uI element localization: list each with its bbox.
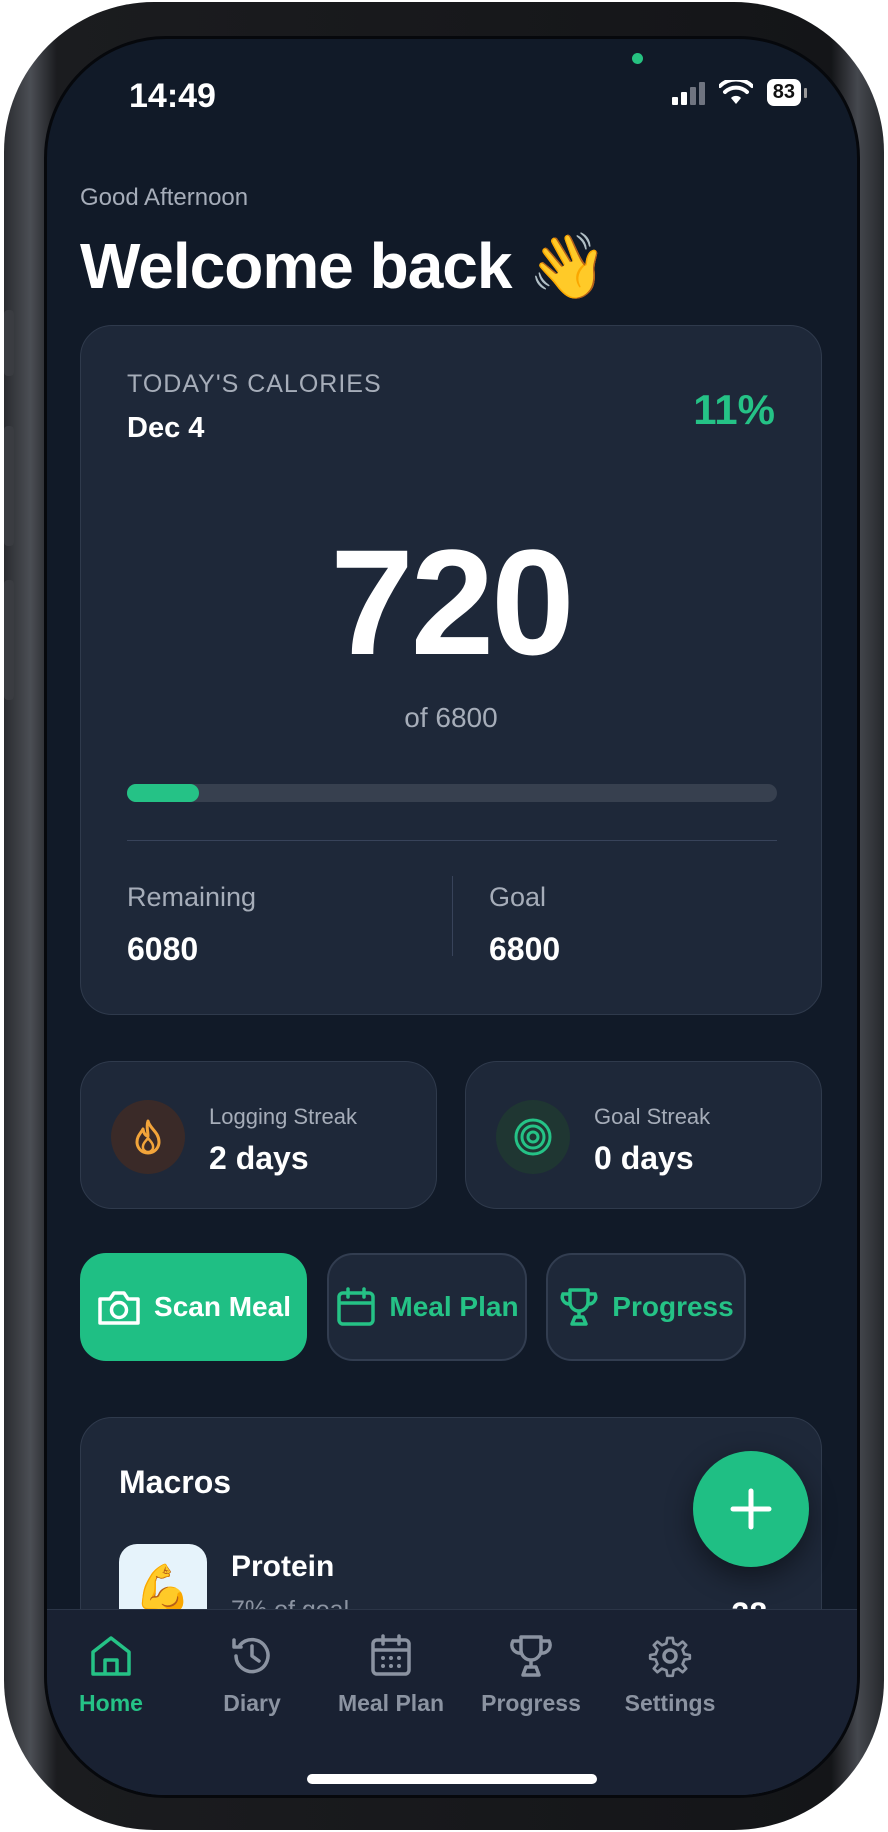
- battery-icon: 83: [766, 79, 808, 106]
- scan-meal-label: Scan Meal: [154, 1291, 291, 1322]
- goal-label: Goal: [489, 882, 547, 912]
- calories-card[interactable]: TODAY'S CALORIES Dec 4 11% 720 of 6800 R…: [80, 325, 822, 1015]
- calories-date: Dec 4: [127, 412, 205, 444]
- status-time: 14:49: [129, 77, 216, 115]
- page-title: Welcome back 👋: [80, 229, 608, 304]
- action-button: [4, 310, 14, 376]
- flame-icon: [111, 1100, 185, 1174]
- stat-divider: [452, 876, 453, 956]
- goal-streak-card[interactable]: Goal Streak 0 days: [465, 1061, 822, 1209]
- tab-home[interactable]: Home: [47, 1632, 191, 1717]
- history-icon: [232, 1637, 270, 1674]
- goal-stat: Goal 6800: [489, 882, 560, 968]
- calories-progress-fill: [127, 784, 199, 802]
- tab-progress-label: Progress: [481, 1690, 581, 1716]
- calories-of-goal: of 6800: [404, 702, 498, 733]
- signal-icon: [671, 81, 705, 105]
- calendar-grid-icon: [371, 1634, 411, 1676]
- tab-diary[interactable]: Diary: [172, 1632, 332, 1717]
- remaining-value: 6080: [127, 931, 199, 967]
- tab-meal-plan-label: Meal Plan: [337, 1690, 445, 1716]
- status-icons: 83: [671, 79, 808, 106]
- progress-label: Progress: [612, 1291, 734, 1322]
- tab-diary-label: Diary: [223, 1690, 281, 1716]
- tab-progress[interactable]: Progress: [451, 1632, 611, 1717]
- gear-icon: [648, 1636, 692, 1678]
- macros-title: Macros: [119, 1464, 232, 1500]
- calories-percent: 11%: [693, 386, 775, 433]
- meal-plan-label: Meal Plan: [389, 1291, 519, 1322]
- protein-name: Protein: [231, 1550, 335, 1583]
- screen: 14:49 83 Good Afternoon Welcome back 👋 T…: [44, 36, 860, 1798]
- trophy-icon: [560, 1288, 598, 1326]
- meal-plan-button[interactable]: Meal Plan: [327, 1253, 527, 1361]
- divider: [127, 840, 777, 841]
- wifi-icon: [718, 79, 753, 104]
- calendar-icon: [337, 1287, 376, 1326]
- phone-frame: 14:49 83 Good Afternoon Welcome back 👋 T…: [4, 2, 884, 1830]
- scan-meal-button[interactable]: Scan Meal: [80, 1253, 307, 1361]
- logging-streak-card[interactable]: Logging Streak 2 days: [80, 1061, 437, 1209]
- add-entry-button[interactable]: [693, 1451, 809, 1567]
- calories-label: TODAY'S CALORIES: [127, 370, 382, 398]
- wave-icon: 👋: [528, 230, 608, 302]
- target-icon: [496, 1100, 570, 1174]
- home-icon: [91, 1636, 131, 1676]
- goal-streak-value: 0 days: [594, 1140, 694, 1176]
- remaining-label: Remaining: [127, 882, 257, 912]
- tab-settings[interactable]: Settings: [590, 1632, 750, 1717]
- calories-progress-bar: [127, 784, 777, 802]
- remaining-stat: Remaining 6080: [127, 882, 256, 968]
- logging-streak-value: 2 days: [209, 1140, 309, 1176]
- progress-button[interactable]: Progress: [546, 1253, 746, 1361]
- camera-indicator-icon: [632, 53, 643, 64]
- volume-up-button: [4, 426, 14, 546]
- welcome-text: Welcome back: [80, 230, 512, 302]
- goal-value: 6800: [489, 931, 561, 967]
- greeting-text: Good Afternoon: [80, 184, 249, 211]
- tab-bar: Home Diary Meal Plan Progress Settings: [47, 1609, 857, 1795]
- plus-icon: [730, 1488, 772, 1530]
- tab-meal-plan[interactable]: Meal Plan: [311, 1632, 471, 1717]
- home-indicator: [307, 1774, 597, 1784]
- tab-home-label: Home: [79, 1690, 143, 1716]
- volume-down-button: [4, 580, 14, 700]
- calories-consumed: 720: [330, 518, 574, 686]
- tab-settings-label: Settings: [624, 1690, 716, 1716]
- camera-icon: [98, 1291, 140, 1325]
- trophy-icon: [510, 1635, 552, 1677]
- goal-streak-label: Goal Streak: [594, 1104, 711, 1129]
- logging-streak-label: Logging Streak: [209, 1104, 357, 1129]
